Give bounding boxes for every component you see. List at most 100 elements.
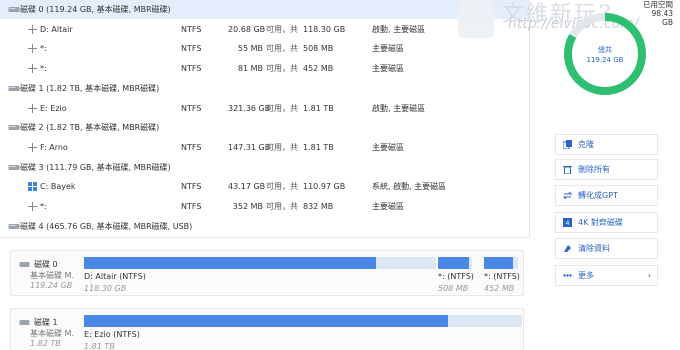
trash-icon xyxy=(563,166,572,174)
disk-card-type: 基本磁碟 M. xyxy=(30,271,74,280)
disk-icon xyxy=(8,7,20,12)
partition-block[interactable]: E: Ezio (NTFS) 1.81 TB xyxy=(84,315,522,350)
action-label: 更多 xyxy=(578,271,594,280)
partition-usage-fill xyxy=(84,257,377,269)
disk-label: 磁碟 0 (119.24 GB, 基本磁碟, MBR磁碟) xyxy=(20,5,171,14)
partition-type: 主要磁區 xyxy=(372,44,404,54)
partition-block-label: *: (NTFS) xyxy=(438,272,474,281)
total-caption: 總共 xyxy=(598,46,612,54)
partition-block[interactable]: *: (NTFS) 508 MB xyxy=(438,257,474,293)
partition-total: 118.30 GB xyxy=(303,24,346,34)
partition-block-label: *: (NTFS) xyxy=(484,272,520,281)
disk-card[interactable]: 磁碟 1 基本磁碟 M. 1.82 TB E: Ezio (NTFS) 1.81 TB xyxy=(10,308,524,350)
partition-list: 磁碟 0 (119.24 GB, 基本磁碟, MBR磁碟) D: Altair NT… xyxy=(0,0,530,238)
disk-row[interactable]: 磁碟 0 (119.24 GB, 基本磁碟, MBR磁碟) xyxy=(0,0,530,19)
partition-block-size: 508 MB xyxy=(438,284,469,293)
partition-icon xyxy=(28,103,37,113)
partition-free: 352 MB xyxy=(232,202,263,211)
disk-icon xyxy=(19,320,30,325)
wipe-icon xyxy=(564,245,571,252)
partition-type: 啟動, 主要磁區 xyxy=(372,103,426,113)
partition-sep: 可用，共 xyxy=(266,103,298,113)
partition-usage-bar xyxy=(84,315,522,327)
partition-row[interactable]: F: Arno NTFS 147.31 GB 可用，共 1.81 TB 主要磁區 xyxy=(0,138,530,157)
partition-usage-bar xyxy=(84,257,436,269)
disk-card-name: 磁碟 1 xyxy=(19,317,58,328)
partition-type: 系統, 啟動, 主要磁區 xyxy=(372,182,447,192)
partition-total: 110.97 GB xyxy=(303,182,346,192)
partition-block-label: D: Altair (NTFS) xyxy=(84,272,146,281)
action-clone-button[interactable]: 克隆 xyxy=(555,134,658,155)
partition-row[interactable]: E: Ezio NTFS 321.36 GB 可用，共 1.81 TB 啟動, 主要磁區 xyxy=(0,99,530,118)
action-convert-button[interactable]: 轉化成GPT xyxy=(555,185,658,206)
partition-fs: NTFS xyxy=(181,64,202,74)
partition-free: 321.36 GB xyxy=(228,103,271,113)
disk-card-type: 基本磁碟 M. xyxy=(30,329,74,338)
partition-name: D: Altair xyxy=(40,24,73,34)
partition-total: 508 MB xyxy=(303,44,334,54)
partition-usage-fill xyxy=(84,315,448,327)
disk-row[interactable]: 磁碟 3 (111.79 GB, 基本磁碟, MBR磁碟) xyxy=(0,158,530,177)
partition-block-size: 452 MB xyxy=(484,284,515,293)
action-wipe-button[interactable]: 清除資料 xyxy=(555,238,658,259)
partition-name: E: Ezio xyxy=(40,103,67,113)
partition-total: 1.81 TB xyxy=(303,103,334,113)
partition-free: 147.31 GB xyxy=(228,142,271,152)
disk-label: 磁碟 2 (1.82 TB, 基本磁碟, MBR磁碟) xyxy=(20,123,160,133)
partition-block[interactable]: *: (NTFS) 452 MB xyxy=(484,257,520,293)
partition-row[interactable]: C: Bayek NTFS 43.17 GB 可用，共 110.97 GB 系統, 啟動,… xyxy=(0,177,530,196)
disk-card[interactable]: 磁碟 0 基本磁碟 M. 119.24 GB D: Altair (NTFS) 118.… xyxy=(10,250,524,296)
partition-usage-fill xyxy=(484,257,513,269)
partition-sep: 可用，共 xyxy=(266,44,298,54)
clone-icon xyxy=(563,140,572,149)
partition-sep: 可用，共 xyxy=(266,142,298,152)
partition-name: *: xyxy=(40,64,47,74)
disk-card-size: 119.24 GB xyxy=(30,281,73,290)
partition-row[interactable]: *: NTFS 55 MB 可用，共 508 MB 主要磁區 xyxy=(0,39,530,58)
usage-ring-label: 總共 119.24 GB xyxy=(562,45,648,65)
partition-total: 452 MB xyxy=(303,64,334,74)
action-label: 轉化成GPT xyxy=(578,191,618,200)
partition-icon xyxy=(28,64,37,74)
partition-icon xyxy=(28,202,37,211)
partition-sep: 可用，共 xyxy=(266,24,298,34)
more-icon xyxy=(563,274,572,277)
windows-icon xyxy=(28,182,37,192)
partition-total: 1.81 TB xyxy=(303,142,334,152)
partition-row[interactable]: D: Altair NTFS 20.68 GB 可用，共 118.30 GB 啟動, 主要… xyxy=(0,20,530,39)
disk-row[interactable]: 磁碟 4 (465.76 GB, 基本磁碟, MBR磁碟, USB) xyxy=(0,217,530,236)
partition-name: *: xyxy=(40,202,47,211)
partition-row[interactable]: *: NTFS 81 MB 可用，共 452 MB 主要磁區 xyxy=(0,59,530,78)
total-value: 119.24 GB xyxy=(586,56,624,64)
align-icon: 4 xyxy=(563,218,572,227)
disk-row[interactable]: 磁碟 1 (1.82 TB, 基本磁碟, MBR磁碟) xyxy=(0,79,530,98)
partition-name: C: Bayek xyxy=(40,182,76,192)
disk-card-size: 1.82 TB xyxy=(30,339,61,348)
partition-fs: NTFS xyxy=(181,44,202,54)
disk-label: 磁碟 4 (465.76 GB, 基本磁碟, MBR磁碟, USB) xyxy=(20,221,193,231)
disk-row[interactable]: 磁碟 2 (1.82 TB, 基本磁碟, MBR磁碟) xyxy=(0,118,530,137)
partition-name: *: xyxy=(40,44,47,54)
partition-fs: NTFS xyxy=(181,202,202,211)
partition-fs: NTFS xyxy=(181,103,202,113)
watermark-logo xyxy=(458,0,494,38)
action-label: 4K 對齊磁碟 xyxy=(578,218,623,227)
disk-card-name: 磁碟 0 xyxy=(19,259,58,270)
partition-free: 81 MB xyxy=(237,64,263,74)
partition-fs: NTFS xyxy=(181,142,202,152)
partition-sep: 可用，共 xyxy=(266,182,298,192)
action-more-button[interactable]: 更多 › xyxy=(555,265,658,286)
svg-text:4: 4 xyxy=(566,220,570,227)
action-trash-button[interactable]: 刪除所有 xyxy=(555,159,658,180)
disk-label: 磁碟 1 (1.82 TB, 基本磁碟, MBR磁碟) xyxy=(20,83,160,93)
action-label: 克隆 xyxy=(578,140,594,149)
chevron-right-icon: › xyxy=(647,271,651,280)
disk-label: 磁碟 3 (111.79 GB, 基本磁碟, MBR磁碟) xyxy=(20,162,171,172)
partition-type: 啟動, 主要磁區 xyxy=(372,24,426,34)
action-label: 刪除所有 xyxy=(578,165,610,174)
partition-row[interactable]: *: NTFS 352 MB 可用，共 832 MB 主要磁區 xyxy=(0,197,530,216)
action-align-button[interactable]: 4 4K 對齊磁碟 xyxy=(555,212,658,233)
disk-icon xyxy=(19,262,30,267)
partition-sep: 可用，共 xyxy=(266,202,298,211)
partition-block[interactable]: D: Altair (NTFS) 118.30 GB xyxy=(84,257,436,293)
